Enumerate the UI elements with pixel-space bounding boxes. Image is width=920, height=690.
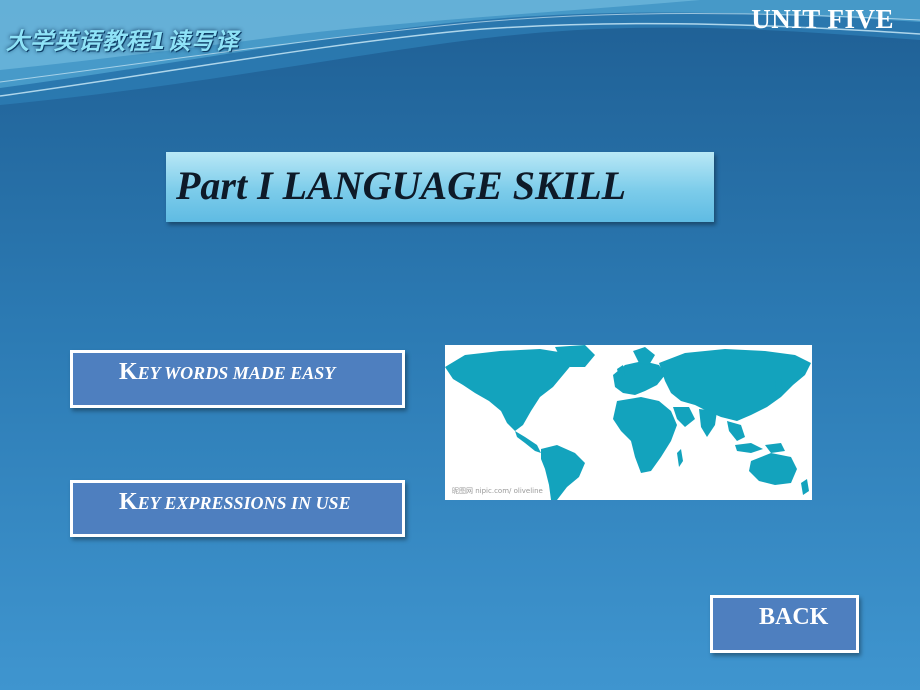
unit-label: UNIT FIVE [751,4,894,34]
key-expressions-button[interactable]: KEY EXPRESSIONS IN USE [70,480,405,537]
part-title-banner: Part I LANGUAGE SKILL [166,152,714,222]
key-words-rest: EY WORDS MADE EASY [137,363,336,383]
key-expressions-rest: EY EXPRESSIONS IN USE [137,493,351,513]
key-expressions-initial: K [119,489,138,515]
world-map-image: 昵图网 nipic.com/ oliveline [445,345,812,500]
key-words-label: KEY WORDS MADE EASY [119,359,335,386]
back-label: BACK [759,604,829,630]
world-map-icon [445,345,811,500]
map-watermark: 昵图网 nipic.com/ oliveline [452,487,543,495]
course-title: 大学英语教程1读写译 [6,29,240,55]
key-expressions-label: KEY EXPRESSIONS IN USE [119,489,351,516]
key-words-button[interactable]: KEY WORDS MADE EASY [70,350,405,408]
key-words-initial: K [119,359,138,385]
back-button[interactable]: BACK [710,595,859,653]
part-title: Part I LANGUAGE SKILL [176,163,627,208]
